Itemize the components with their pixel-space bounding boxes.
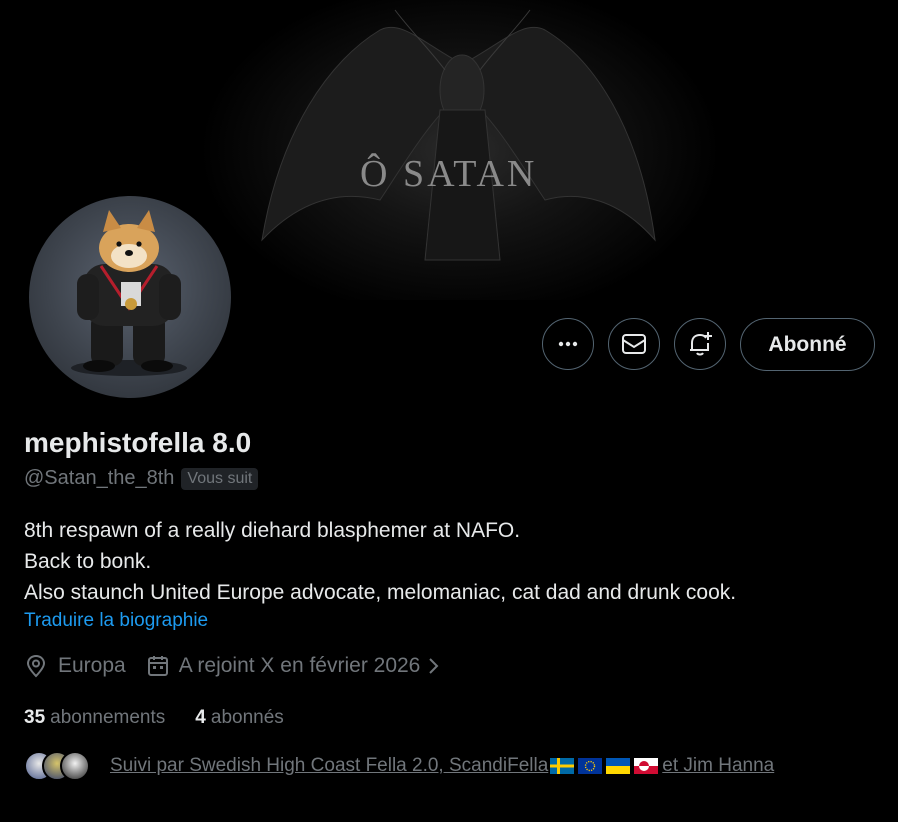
calendar-icon (147, 656, 168, 676)
bio-line: Back to bonk. (24, 550, 152, 573)
bio-line: 8th respawn of a really diehard blasphem… (24, 519, 521, 542)
followed-by-row[interactable]: Suivi par Swedish High Coast Fella 2.0, … (24, 751, 774, 781)
bell-plus-icon (690, 332, 712, 356)
location-pin-icon (26, 654, 46, 678)
follow-stats: 35 abonnements 4 abonnés (24, 707, 284, 729)
eu-flag-icon (578, 758, 603, 774)
more-button[interactable] (542, 318, 594, 370)
followers-count: 4 (195, 707, 206, 728)
greenland-flag-icon (634, 758, 659, 774)
translate-bio-link[interactable]: Traduire la biographie (24, 610, 208, 632)
followers-link[interactable]: 4 abonnés (195, 707, 283, 729)
sweden-flag-icon (550, 758, 575, 774)
following-button[interactable]: Abonné (740, 318, 875, 371)
banner-text: Ô SATAN (360, 153, 538, 195)
profile-meta: Europa A rejoint X en février 2026 (24, 654, 442, 678)
display-name: mephistofella 8.0 (24, 427, 252, 458)
envelope-icon (622, 334, 646, 354)
ukraine-flag-icon (606, 758, 631, 774)
followed-by-more: et Jim Hanna (662, 755, 775, 776)
following-link[interactable]: 35 abonnements (24, 707, 165, 729)
handle-row: @Satan_the_8th Vous suit (24, 467, 259, 490)
bio: 8th respawn of a really diehard blasphem… (24, 515, 736, 608)
followers-label: abonnés (210, 707, 284, 728)
more-icon (558, 341, 578, 347)
following-label: abonnements (50, 707, 166, 728)
followed-by-text[interactable]: Suivi par Swedish High Coast Fella 2.0, … (110, 755, 774, 777)
follower-avatar (60, 751, 90, 781)
joined-date[interactable]: A rejoint X en février 2026 (179, 654, 421, 678)
location-text: Europa (58, 654, 126, 677)
followed-by-names: Suivi par Swedish High Coast Fella 2.0, … (110, 755, 549, 776)
following-count: 35 (24, 707, 46, 728)
chevron-right-icon[interactable] (426, 655, 442, 677)
follows-you-badge: Vous suit (181, 467, 259, 490)
profile-avatar[interactable] (29, 196, 231, 398)
bio-line: Also staunch United Europe advocate, mel… (24, 581, 737, 604)
notifications-button[interactable] (674, 318, 726, 370)
message-button[interactable] (608, 318, 660, 370)
user-handle: @Satan_the_8th (24, 467, 175, 489)
doge-avatar-illustration (71, 210, 187, 376)
